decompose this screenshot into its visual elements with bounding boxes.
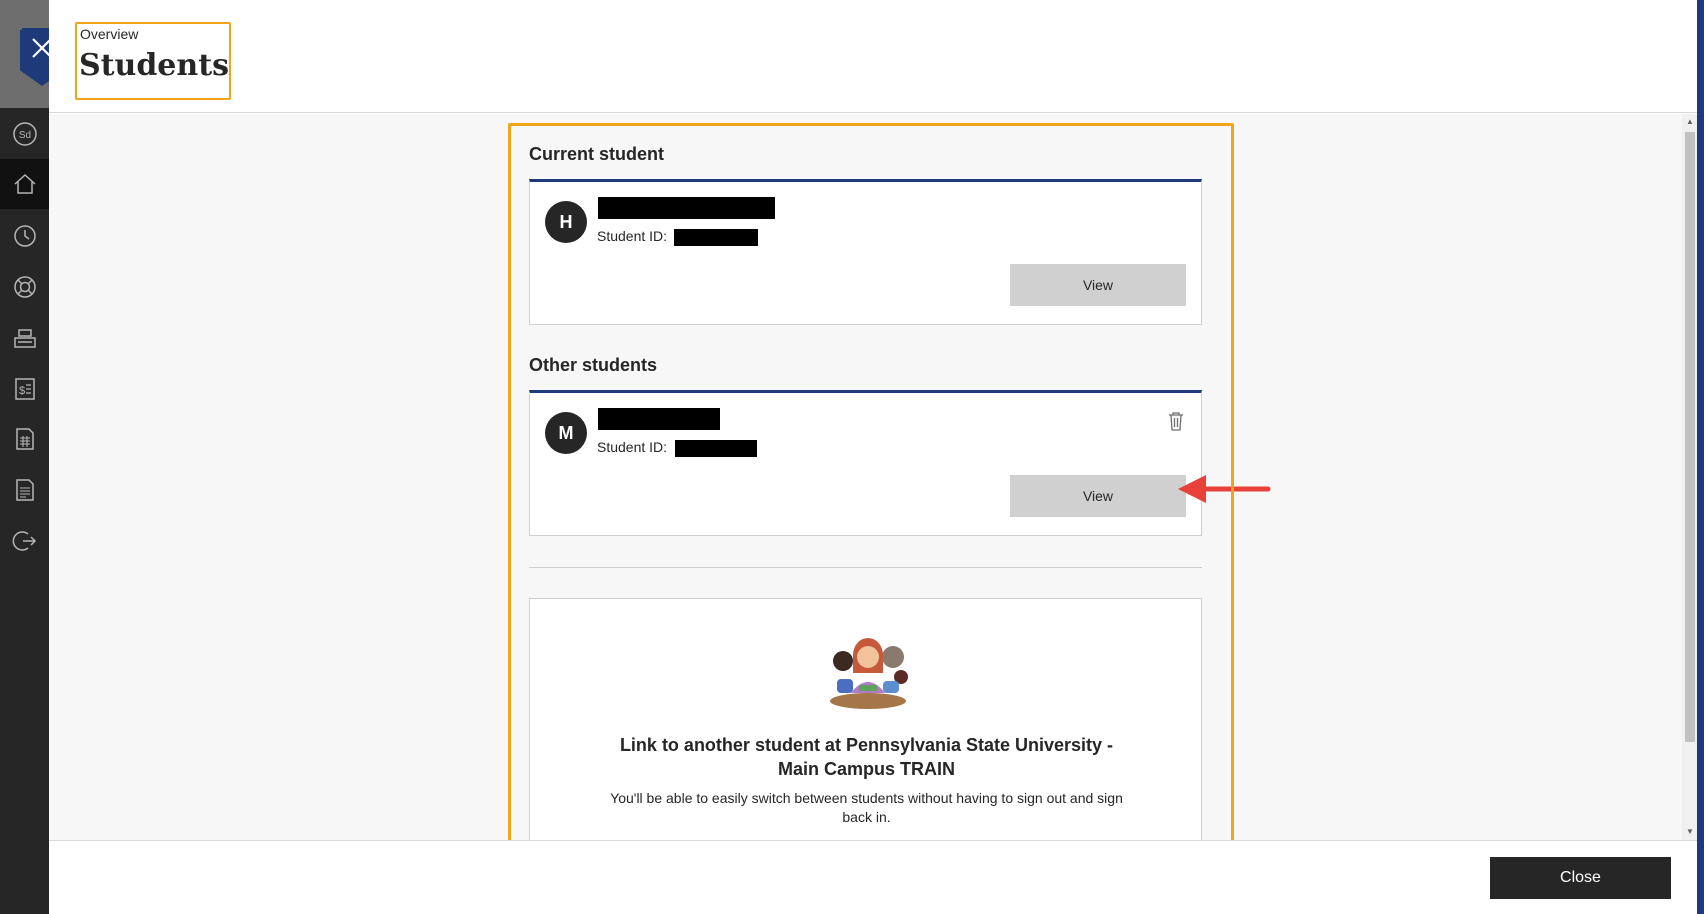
link-student-description: You'll be able to easily switch between … (610, 790, 1123, 825)
page-title: Students (79, 48, 229, 83)
link-student-card[interactable]: Link to another student at Pennsylvania … (529, 598, 1202, 843)
close-button[interactable]: Close (1490, 857, 1671, 899)
students-illustration (830, 638, 908, 709)
nav-item-document[interactable] (0, 465, 49, 515)
current-student-heading: Current student (529, 144, 664, 164)
other-student-card: M Student ID: View (529, 390, 1202, 536)
window-edge (1697, 0, 1704, 914)
sd-avatar-icon: Sd (12, 122, 37, 146)
document-icon (15, 479, 34, 501)
student-id-label: Student ID: (597, 228, 668, 244)
bill-icon: $ (14, 378, 35, 400)
other-students-heading: Other students (529, 355, 658, 375)
avatar: H (545, 201, 587, 243)
redacted-id (674, 229, 758, 246)
support-icon (13, 276, 36, 298)
scroll-up-icon[interactable]: ▲ (1685, 117, 1695, 127)
trash-icon[interactable] (1167, 411, 1185, 431)
current-student-card: H Student ID: View (529, 179, 1202, 325)
panel-footer: Close (49, 840, 1697, 914)
breadcrumb[interactable]: Overview (80, 26, 138, 42)
scrollbar[interactable]: ▲ ▼ (1682, 114, 1697, 840)
scroll-thumb[interactable] (1685, 132, 1695, 742)
link-student-title: Link to another student at Pennsylvania … (619, 735, 1114, 779)
view-current-student-button[interactable]: View (1010, 264, 1186, 306)
sign-out-icon (12, 531, 36, 551)
avatar: M (545, 412, 587, 454)
nav-item-register[interactable] (0, 313, 49, 363)
nav-item-bill[interactable]: $ (0, 364, 49, 414)
nav-item-sign-out[interactable] (0, 516, 49, 566)
nav-item-history[interactable] (0, 211, 49, 261)
left-nav: Sd $ (0, 0, 64, 914)
svg-text:Sd: Sd (18, 130, 30, 141)
view-other-student-button[interactable]: View (1010, 475, 1186, 517)
scroll-down-icon[interactable]: ▼ (1685, 827, 1695, 837)
nav-item-profile[interactable]: Sd (0, 109, 49, 159)
history-icon (13, 225, 36, 247)
svg-text:$: $ (18, 385, 24, 397)
calculator-icon (15, 428, 34, 450)
home-icon (13, 173, 36, 194)
section-divider (529, 567, 1202, 568)
nav-item-calculator[interactable] (0, 414, 49, 464)
redacted-name (598, 408, 720, 430)
redacted-name (598, 197, 775, 219)
redacted-id (675, 440, 757, 457)
register-icon (13, 329, 36, 348)
student-id-label: Student ID: (597, 439, 668, 455)
panel-header (49, 0, 1697, 113)
nav-item-support[interactable] (0, 262, 49, 312)
red-arrow-annotation (1178, 475, 1271, 503)
nav-item-home[interactable] (0, 159, 49, 209)
